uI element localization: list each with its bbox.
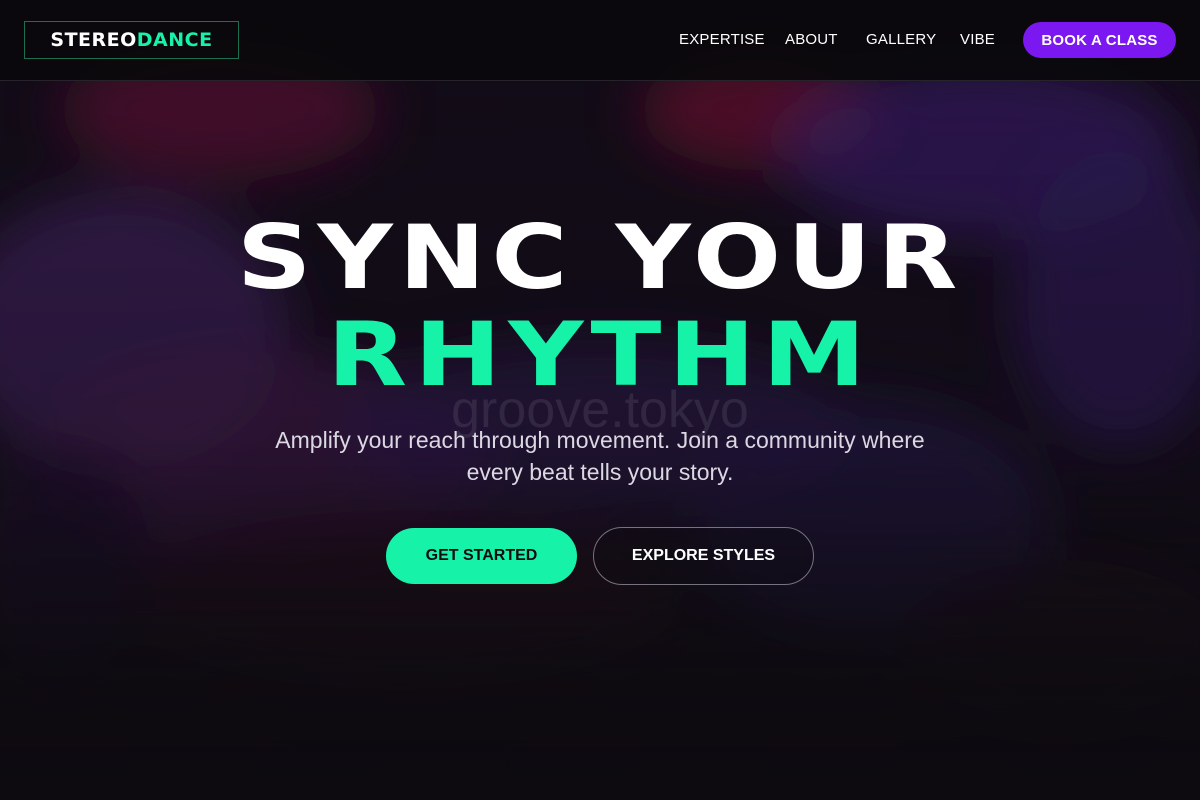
- landing-page: STEREO DANCE EXPERTISE ABOUT GALLERY VIBE…: [0, 0, 1200, 800]
- nav-link-expertise[interactable]: EXPERTISE: [679, 31, 765, 48]
- explore-styles-button[interactable]: EXPLORE STYLES: [593, 527, 814, 585]
- nav-link-vibe[interactable]: VIBE: [960, 31, 995, 48]
- book-class-button[interactable]: BOOK A CLASS: [1023, 22, 1176, 58]
- get-started-button[interactable]: GET STARTED: [386, 528, 577, 584]
- hero-subtitle: Amplify your reach through movement. Joi…: [275, 427, 925, 485]
- hero-headline-line1: SYNC YOUR: [236, 206, 964, 309]
- nav-link-gallery[interactable]: GALLERY: [866, 31, 936, 48]
- nav-link-about[interactable]: ABOUT: [785, 31, 838, 48]
- main-nav: EXPERTISE ABOUT GALLERY VIBE: [0, 31, 1200, 51]
- hero-section: SYNC YOUR RHYTHM groove.tokyo Amplify yo…: [0, 0, 1200, 800]
- top-navigation-bar: STEREO DANCE EXPERTISE ABOUT GALLERY VIBE…: [0, 0, 1200, 81]
